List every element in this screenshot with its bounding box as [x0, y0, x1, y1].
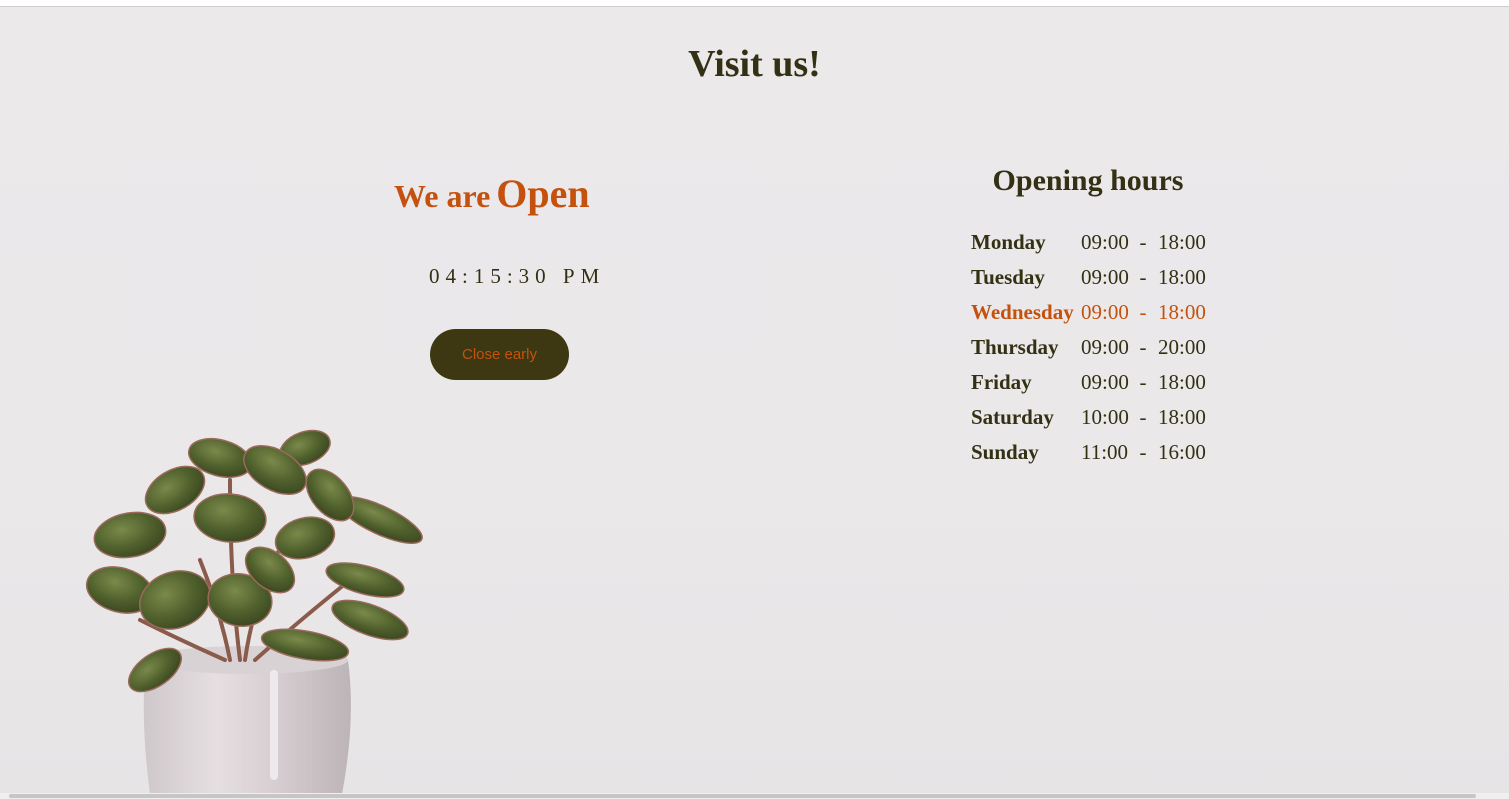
close-time: 16:00 [1158, 440, 1206, 464]
opening-hours-list: Monday 09:00 - 18:00 Tuesday 09:00 - 18:… [971, 225, 1208, 470]
close-time: 20:00 [1158, 335, 1206, 359]
opening-hours-title: Opening hours [992, 164, 1184, 197]
time-separator: - [1139, 405, 1147, 429]
close-time: 18:00 [1158, 300, 1206, 324]
open-time: 09:00 [1081, 335, 1129, 359]
scrollbar-thumb[interactable] [9, 794, 1476, 798]
day-name: Sunday [971, 440, 1039, 464]
status-state: Open [496, 171, 590, 216]
open-time: 09:00 [1081, 265, 1129, 289]
hours-row-saturday: Saturday 10:00 - 18:00 [971, 400, 1208, 435]
open-time: 09:00 [1081, 230, 1129, 254]
close-time: 18:00 [1158, 405, 1206, 429]
day-name: Saturday [971, 405, 1054, 429]
top-border [0, 0, 1509, 7]
horizontal-scrollbar[interactable] [0, 793, 1509, 799]
day-name: Wednesday [971, 300, 1074, 324]
day-name: Friday [971, 370, 1032, 394]
time-separator: - [1139, 265, 1147, 289]
open-time: 09:00 [1081, 370, 1129, 394]
status-prefix: We are [394, 178, 491, 214]
potted-plant-icon [85, 429, 423, 794]
open-time: 09:00 [1081, 300, 1129, 324]
hours-row-thursday: Thursday 09:00 - 20:00 [971, 330, 1208, 365]
time-separator: - [1139, 440, 1147, 464]
time-separator: - [1139, 370, 1147, 394]
close-time: 18:00 [1158, 370, 1206, 394]
close-time: 18:00 [1158, 230, 1206, 254]
time-separator: - [1139, 335, 1147, 359]
hours-row-sunday: Sunday 11:00 - 16:00 [971, 435, 1208, 470]
open-time: 10:00 [1081, 405, 1129, 429]
open-time: 11:00 [1081, 440, 1129, 464]
hours-row-monday: Monday 09:00 - 18:00 [971, 225, 1208, 260]
day-name: Monday [971, 230, 1046, 254]
day-name: Thursday [971, 335, 1059, 359]
time-separator: - [1139, 300, 1147, 324]
time-separator: - [1139, 230, 1147, 254]
hours-row-tuesday: Tuesday 09:00 - 18:00 [971, 260, 1208, 295]
current-time-clock: 04:15:30 PM [429, 264, 606, 288]
close-time: 18:00 [1158, 265, 1206, 289]
close-early-button[interactable]: Close early [430, 329, 569, 380]
day-name: Tuesday [971, 265, 1045, 289]
hours-row-friday: Friday 09:00 - 18:00 [971, 365, 1208, 400]
page-title: Visit us! [688, 43, 821, 85]
open-status: We are Open [394, 170, 590, 217]
hours-row-wednesday: Wednesday 09:00 - 18:00 [971, 295, 1208, 330]
